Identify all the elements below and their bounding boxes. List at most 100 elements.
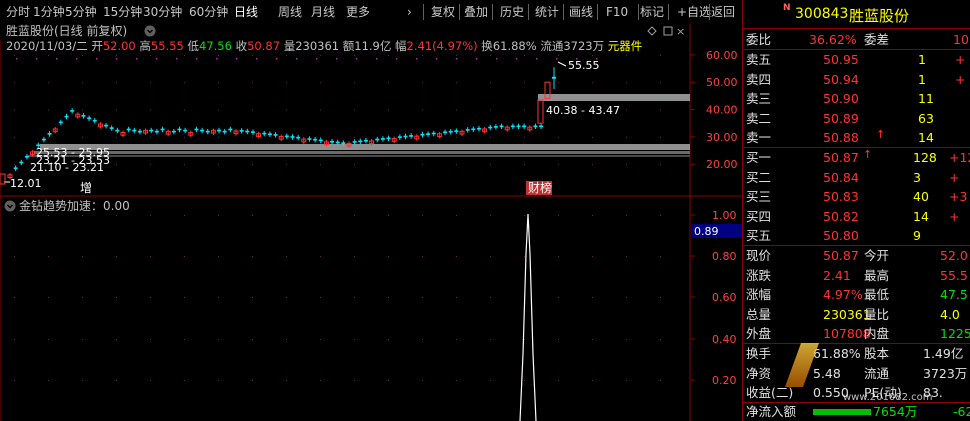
price-tick-2: 40.00	[706, 104, 738, 117]
period-7[interactable]: 周线	[278, 0, 302, 24]
price-tick-4: 20.00	[706, 158, 738, 171]
bid-row-0[interactable]: 买一 50.87 128 +12	[743, 148, 970, 167]
candle-body-37	[217, 129, 222, 132]
marker-caibang: 财榜	[528, 180, 552, 195]
bid-label: 买四	[746, 208, 772, 224]
bid-vol: 40	[913, 189, 929, 204]
candle-body-35	[205, 130, 210, 133]
ohlc-part-10: 230361	[295, 39, 339, 53]
bid-price: 50.80	[823, 228, 859, 243]
max-label: 55.55	[568, 59, 600, 72]
candle-body-7	[47, 133, 52, 135]
weibi-value: 36.62%	[809, 32, 857, 47]
candle-body-33	[194, 128, 199, 131]
candle-body-17	[104, 124, 109, 127]
action-4[interactable]: 画线	[569, 0, 593, 24]
period-4[interactable]: 30分钟	[143, 0, 182, 24]
bid-row-3[interactable]: 买四 50.82 14 +	[743, 207, 970, 226]
stock-name: 胜蓝股份	[849, 7, 910, 25]
bid-row-2[interactable]: 买三 50.83 40 +3	[743, 187, 970, 206]
period-5[interactable]: 60分钟	[189, 0, 228, 24]
action-6[interactable]: 标记	[640, 0, 664, 24]
ask-vol: 1	[918, 52, 926, 67]
chart-title: 胜蓝股份(日线 前复权)	[6, 24, 127, 38]
ohlc-part-18: 3723万	[563, 39, 604, 53]
ask-row-2[interactable]: 卖三 50.90 11	[743, 89, 970, 108]
candle-body-42	[245, 130, 250, 133]
stat-value-2: 52.0	[940, 248, 968, 263]
bid-row-4[interactable]: 买五 50.80 9	[743, 226, 970, 245]
extra-value-1: 5.48	[813, 365, 841, 381]
stat-row-4[interactable]: 外盘107808内盘12255	[743, 324, 970, 343]
ask-row-1[interactable]: 卖四 50.94 1 +	[743, 70, 970, 89]
extra-row-1[interactable]: 净资 5.48 流通 3723万	[743, 364, 970, 383]
ohlc-part-7: 收	[232, 39, 248, 53]
period-1[interactable]: 1分钟	[33, 0, 65, 24]
ind-tick-0: 1.00	[712, 209, 737, 222]
candle-body-43	[250, 131, 255, 134]
action-5[interactable]: F10	[606, 0, 628, 24]
stat-row-2[interactable]: 涨幅 4.97% 最低 47.5	[743, 285, 970, 304]
period-9[interactable]: 更多	[346, 0, 370, 24]
candle-body-78	[448, 130, 453, 133]
ohlc-part-15: 换	[478, 39, 494, 53]
extra-row-0[interactable]: 换手 61.88% 股本 1.49亿	[743, 344, 970, 363]
stat-value-2: 55.5	[940, 267, 968, 283]
action-1[interactable]: 叠加	[464, 0, 488, 24]
weicha-value: 10	[953, 32, 969, 47]
bid-label: 买二	[746, 169, 772, 185]
period-2[interactable]: 5分钟	[65, 0, 97, 24]
ohlc-part-8: 50.87	[247, 39, 280, 53]
ask-vol: 14	[918, 130, 934, 145]
candle-body-65	[375, 138, 380, 141]
ask-row-4[interactable]: 卖一 50.88 14	[743, 128, 970, 147]
indicator-settings-icon[interactable]	[4, 200, 16, 212]
period-0[interactable]: 分时	[6, 0, 30, 24]
candle-body-90	[516, 125, 521, 128]
candle-body-1	[13, 167, 18, 170]
action-7[interactable]: +自选	[677, 0, 711, 24]
stat-row-1[interactable]: 涨跌 2.41 最高 55.5	[743, 266, 970, 285]
candle-body-29	[171, 130, 176, 133]
period-6[interactable]: 日线	[234, 0, 258, 24]
period-8[interactable]: 月线	[311, 0, 335, 24]
stat-value-2: 47.5	[940, 287, 968, 302]
inflow-bar	[813, 409, 871, 415]
stat-value-2: 4.0	[940, 306, 960, 322]
candle-body-9	[58, 121, 63, 124]
ohlc-part-16: 61.88%	[493, 39, 537, 53]
candle-body-2	[19, 161, 24, 164]
candle-body-18	[109, 127, 114, 129]
action-0[interactable]: 复权	[431, 0, 455, 24]
extra-label-1: 净资	[746, 365, 772, 381]
candle-body-89	[510, 125, 515, 128]
candle-last-body	[552, 76, 556, 79]
ohlc-part-9: 量	[280, 39, 295, 53]
action-2[interactable]: 历史	[500, 0, 524, 24]
bid-row-1[interactable]: 买二 50.84 3 +	[743, 168, 970, 187]
chart-settings-icon[interactable]	[144, 25, 156, 37]
kline-chart[interactable]: 胜蓝股份(日线 前复权) × 2020/11/03/二 开52.00 高55.5…	[0, 24, 742, 421]
extra-value-1: 61.88%	[813, 346, 861, 361]
ohlc-part-0: 2020/11/03/二	[6, 39, 88, 53]
weibi-row[interactable]: 委比 36.62% 委差 10	[743, 30, 970, 49]
period-3[interactable]: 15分钟	[103, 0, 142, 24]
stat-row-3[interactable]: 总量 230361 量比 4.0	[743, 305, 970, 324]
price-tick-0: 60.00	[706, 49, 738, 62]
bid-chg: +3	[949, 189, 968, 204]
candle-body-55	[318, 139, 323, 142]
stat-row-0[interactable]: 现价 50.87 今开 52.0	[743, 246, 970, 265]
weicha-label: 委差	[864, 32, 890, 47]
more-arrow-icon[interactable]: ›	[407, 0, 412, 24]
ask-row-3[interactable]: 卖二 50.89 63	[743, 109, 970, 128]
ask-row-0[interactable]: 卖五 50.95 1 +	[743, 50, 970, 69]
action-8[interactable]: 返回	[711, 0, 735, 24]
candle-body-14	[87, 117, 92, 120]
stat-label-2: 内盘	[864, 326, 890, 341]
candle-body-19	[115, 129, 120, 132]
bid-price: 50.82	[823, 208, 859, 224]
ohlc-part-13: 幅	[391, 39, 406, 53]
candle-body-50	[290, 136, 295, 138]
extra-value-2: 3723万	[923, 365, 968, 381]
action-3[interactable]: 统计	[535, 0, 559, 24]
